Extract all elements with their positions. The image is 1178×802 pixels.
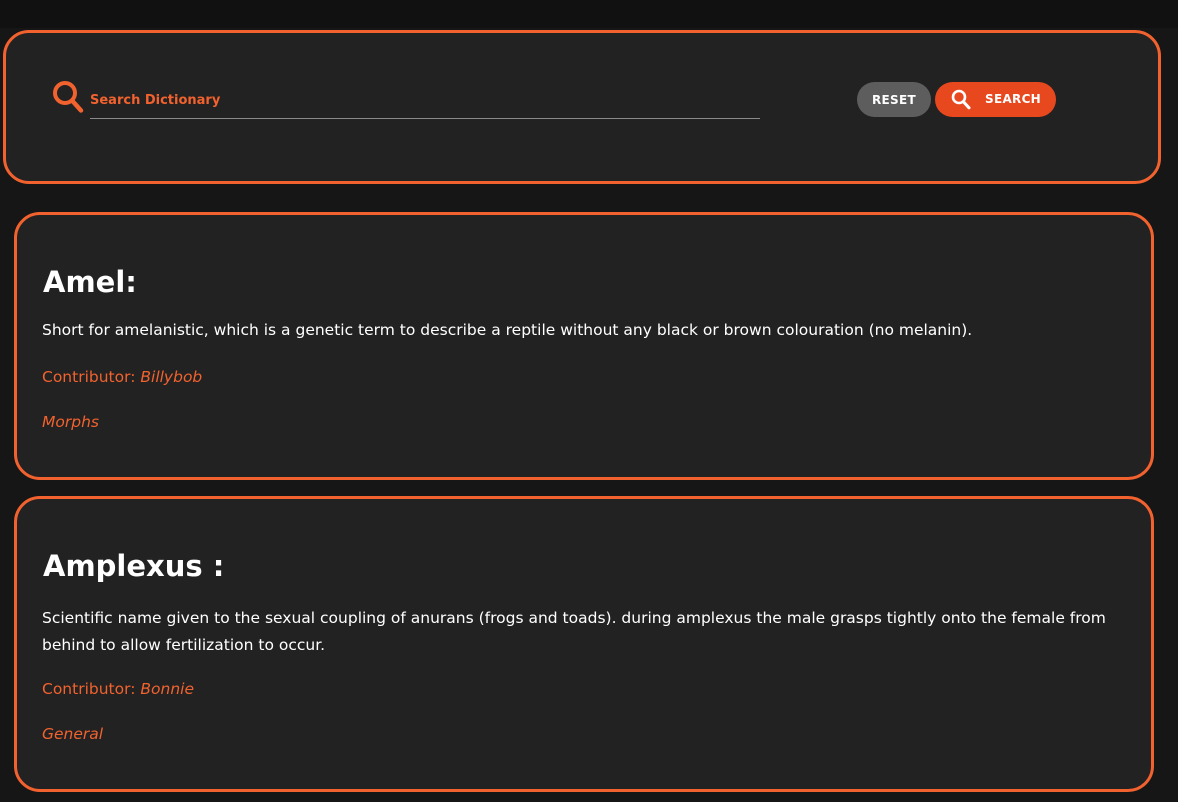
top-strip bbox=[0, 0, 1178, 28]
reset-button[interactable]: RESET bbox=[857, 82, 931, 117]
search-icon bbox=[53, 81, 84, 113]
search-button-label: SEARCH bbox=[985, 92, 1042, 106]
contributor-name[interactable]: Billybob bbox=[140, 368, 202, 386]
search-panel: RESET SEARCH bbox=[3, 30, 1161, 184]
entry-definition: Scientific name given to the sexual coup… bbox=[42, 609, 1106, 654]
search-icon bbox=[951, 89, 971, 110]
contributor-label: Contributor: bbox=[42, 368, 136, 386]
search-button[interactable]: SEARCH bbox=[935, 82, 1056, 117]
entry-term: Amplexus : bbox=[43, 549, 225, 583]
entry-category-link[interactable]: Morphs bbox=[42, 413, 99, 431]
dictionary-entry-card: Amplexus : Scientific name given to the … bbox=[14, 496, 1154, 792]
contributor-name[interactable]: Bonnie bbox=[140, 680, 194, 698]
contributor-label: Contributor: bbox=[42, 680, 136, 698]
entry-definition: Short for amelanistic, which is a geneti… bbox=[42, 321, 973, 339]
entry-contributor: Contributor: Billybob bbox=[42, 368, 202, 386]
entry-contributor: Contributor: Bonnie bbox=[42, 680, 194, 698]
entry-term: Amel: bbox=[43, 265, 137, 299]
entry-category-link[interactable]: General bbox=[42, 725, 103, 743]
search-input[interactable] bbox=[90, 83, 760, 119]
dictionary-entry-card: Amel: Short for amelanistic, which is a … bbox=[14, 212, 1154, 480]
